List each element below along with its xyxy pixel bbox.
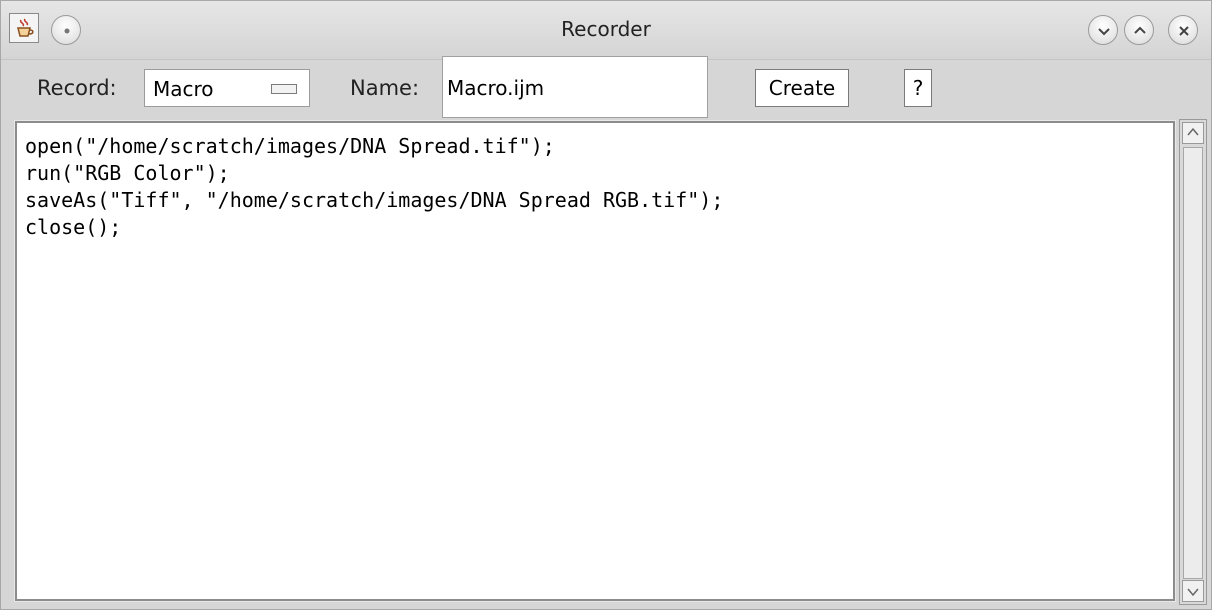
close-button[interactable]: [1168, 15, 1198, 45]
macro-editor[interactable]: open("/home/scratch/images/DNA Spread.ti…: [14, 120, 1176, 602]
record-type-value: Macro: [153, 77, 214, 101]
vertical-scrollbar[interactable]: [1179, 119, 1207, 605]
record-type-select[interactable]: Macro: [144, 69, 310, 107]
scroll-up-button[interactable]: [1182, 122, 1204, 144]
title-bar[interactable]: Recorder: [1, 1, 1211, 60]
window-title: Recorder: [561, 17, 651, 41]
create-button[interactable]: Create: [755, 69, 849, 107]
arrow-up-icon: [1187, 127, 1199, 136]
code-line: run("RGB Color");: [25, 161, 230, 185]
code-line: open("/home/scratch/images/DNA Spread.ti…: [25, 134, 555, 158]
macro-name-input[interactable]: Macro.ijm: [442, 56, 708, 118]
close-icon: [1179, 26, 1189, 36]
recorder-window: Recorder Record: Macro Name: Macro.ijm C…: [0, 0, 1212, 610]
minimize-button[interactable]: [1088, 15, 1118, 45]
chevron-down-icon: [1098, 28, 1110, 36]
arrow-down-icon: [1187, 588, 1199, 597]
code-line: close();: [25, 215, 122, 239]
scroll-down-button[interactable]: [1182, 580, 1204, 602]
macro-code: open("/home/scratch/images/DNA Spread.ti…: [25, 133, 723, 241]
maximize-button[interactable]: [1124, 15, 1154, 45]
macro-name-value: Macro.ijm: [447, 76, 545, 100]
record-label: Record:: [37, 76, 117, 100]
code-line: saveAs("Tiff", "/home/scratch/images/DNA…: [25, 188, 724, 212]
help-button[interactable]: ?: [904, 69, 932, 107]
scroll-thumb[interactable]: [1183, 147, 1203, 579]
chevron-up-icon: [1134, 26, 1146, 34]
name-label: Name:: [350, 76, 420, 100]
select-toggle-icon: [271, 84, 297, 94]
